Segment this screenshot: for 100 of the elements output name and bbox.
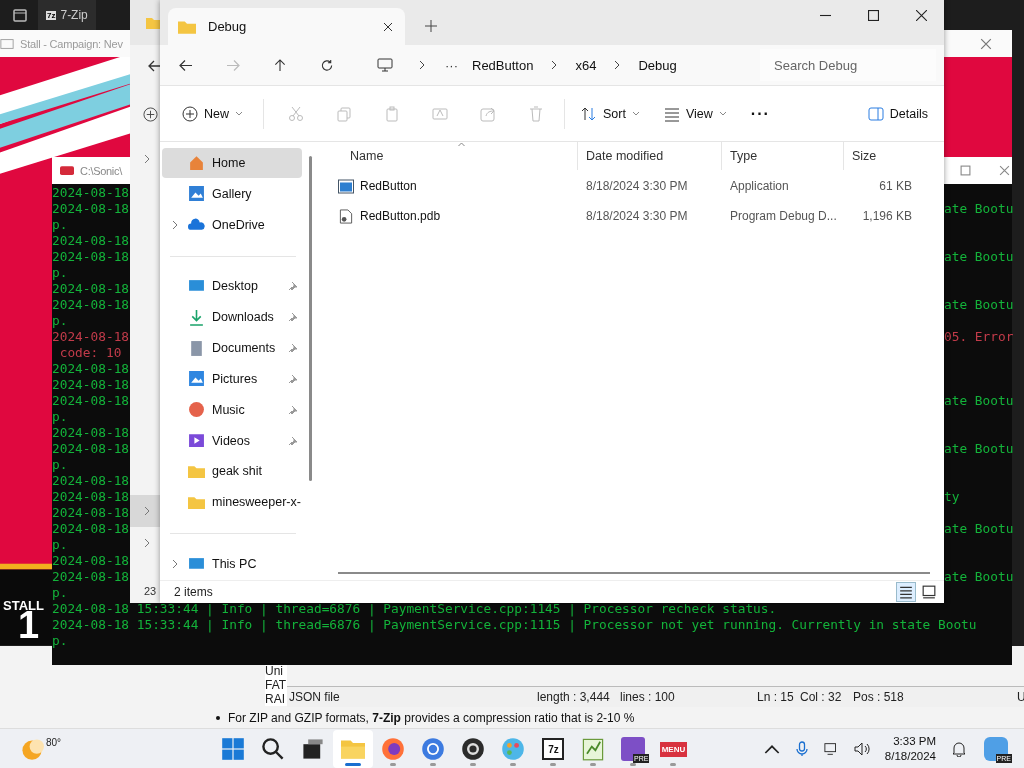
log-text: 2024-08-18 — [52, 569, 130, 585]
volume-icon[interactable] — [853, 741, 870, 757]
sort-icon — [581, 105, 597, 122]
sidebar-item[interactable]: Documents — [162, 333, 302, 364]
download-icon — [188, 308, 205, 326]
breadcrumb-item[interactable]: Debug — [632, 57, 683, 73]
log-text: 2024-08-18 — [52, 233, 130, 249]
monitor-icon[interactable] — [377, 58, 393, 72]
column-header[interactable]: Name — [324, 142, 578, 170]
task-view-icon[interactable] — [301, 737, 326, 761]
chevron-icon[interactable] — [144, 506, 150, 516]
folder-icon — [178, 19, 196, 34]
maximize-icon[interactable] — [868, 10, 879, 21]
sidebar-item[interactable]: Downloads — [162, 302, 302, 333]
log-text: p. — [52, 457, 68, 473]
log-text: 2024-08-18 — [52, 249, 130, 265]
sidebar-item[interactable]: geak shit — [162, 456, 302, 487]
document-text: For ZIP and GZIP formats, 7-Zip provides a compression ratio that is 2-10 % — [216, 710, 635, 726]
taskbar-button[interactable]: 7z — [533, 730, 574, 768]
pin-icon[interactable] — [288, 312, 298, 323]
tiles-view-icon[interactable] — [920, 583, 938, 601]
sidebar-item[interactable]: Gallery — [162, 178, 302, 209]
chevron-icon — [551, 60, 558, 70]
up-arrow-icon[interactable] — [273, 58, 287, 72]
taskbar-button[interactable]: MENU — [653, 730, 694, 768]
sidebar-item[interactable]: This PC — [162, 549, 302, 580]
window-tab[interactable]: Debug — [168, 8, 405, 45]
view-button[interactable]: View — [655, 101, 735, 126]
log-text: 2024-08-18 — [52, 489, 130, 505]
start-icon[interactable] — [221, 737, 246, 761]
log-text: ty — [944, 489, 960, 505]
palette-icon — [501, 737, 526, 761]
sort-caret-icon — [457, 142, 466, 147]
close-icon[interactable] — [916, 10, 927, 21]
breadcrumb-item[interactable]: x64 — [569, 57, 603, 73]
file-name: RedButton — [360, 179, 417, 193]
close-icon[interactable] — [383, 21, 393, 32]
log-text: ate Bootu — [944, 297, 1014, 313]
file-icon — [338, 208, 354, 224]
bell-icon[interactable] — [951, 741, 967, 757]
back-arrow-icon[interactable] — [179, 58, 193, 72]
chevron-icon[interactable] — [172, 219, 178, 230]
refresh-icon[interactable] — [320, 58, 334, 72]
add-tab-icon[interactable] — [425, 20, 437, 32]
more-button[interactable]: ··· — [742, 100, 778, 127]
status-text: Col : 32 — [800, 690, 842, 704]
details-pane-icon — [867, 105, 884, 122]
temperature: 80° — [46, 737, 62, 748]
pin-icon[interactable] — [288, 343, 298, 354]
table-cell-text: Application — [729, 179, 790, 193]
microphone-icon[interactable] — [793, 741, 810, 757]
details-button[interactable]: Details — [859, 101, 936, 126]
terminal-icon — [60, 166, 74, 175]
pin-icon[interactable] — [288, 373, 298, 384]
file-row[interactable]: RedButton.pdb 8/18/2024 3:30 PM Program Debug D... 1,196 KB — [324, 202, 944, 230]
details-view-icon[interactable] — [896, 582, 916, 602]
breadcrumb-more[interactable]: ··· — [445, 57, 458, 73]
log-text: p. — [52, 585, 68, 601]
sidebar-item[interactable]: minesweeper-x- — [162, 487, 302, 518]
log-text: 2024-08-18 — [52, 425, 130, 441]
sidebar-item[interactable]: OneDrive — [162, 209, 302, 240]
status-text: U — [1017, 690, 1024, 704]
chevron-icon[interactable] — [144, 154, 150, 164]
sidebar-item[interactable]: Music — [162, 394, 302, 425]
clock[interactable]: 3:33 PM 8/18/2024 — [884, 734, 936, 764]
file-row[interactable]: RedButton 8/18/2024 3:30 PM Application 61 KB — [324, 172, 944, 200]
pin-icon[interactable] — [288, 404, 298, 415]
sidebar-item[interactable]: Home — [162, 148, 302, 178]
image-icon — [188, 370, 205, 388]
folder-icon — [188, 463, 205, 480]
document-icon — [188, 339, 205, 357]
pin-icon[interactable] — [288, 435, 298, 446]
sidebar-item[interactable]: Desktop — [162, 271, 302, 302]
column-header[interactable]: Type — [722, 142, 844, 170]
window-tab[interactable]: 7z 7-Zip — [38, 0, 96, 30]
search-icon[interactable] — [261, 737, 286, 761]
column-header[interactable]: Size — [844, 142, 926, 170]
status-text: Pos : 518 — [853, 690, 904, 704]
chevron-icon[interactable] — [172, 559, 178, 570]
new-button[interactable]: New — [174, 101, 251, 126]
chevron-icon[interactable] — [144, 538, 150, 548]
plus-icon[interactable] — [143, 107, 158, 122]
breadcrumb-item[interactable]: RedButton — [466, 57, 540, 73]
restore-icon[interactable] — [960, 165, 971, 176]
sidebar-item[interactable]: Pictures — [162, 364, 302, 394]
document-text: FAT — [265, 678, 287, 692]
sort-button[interactable]: Sort — [573, 101, 648, 126]
pin-icon[interactable] — [288, 281, 298, 292]
sidebar-item[interactable]: Videos — [162, 425, 302, 456]
log-line: p. — [52, 633, 68, 649]
music-note-icon — [188, 401, 205, 419]
back-arrow-icon[interactable] — [148, 60, 162, 72]
chevron-icon — [614, 60, 621, 70]
caret-icon — [235, 111, 243, 116]
column-header[interactable]: Date modified — [578, 142, 722, 170]
log-text: 2024-08-18 — [52, 505, 130, 521]
application-icon — [338, 178, 354, 194]
window-icon[interactable] — [12, 7, 28, 23]
film-icon — [188, 432, 205, 450]
log-text: 2024-08-18 — [52, 441, 130, 457]
